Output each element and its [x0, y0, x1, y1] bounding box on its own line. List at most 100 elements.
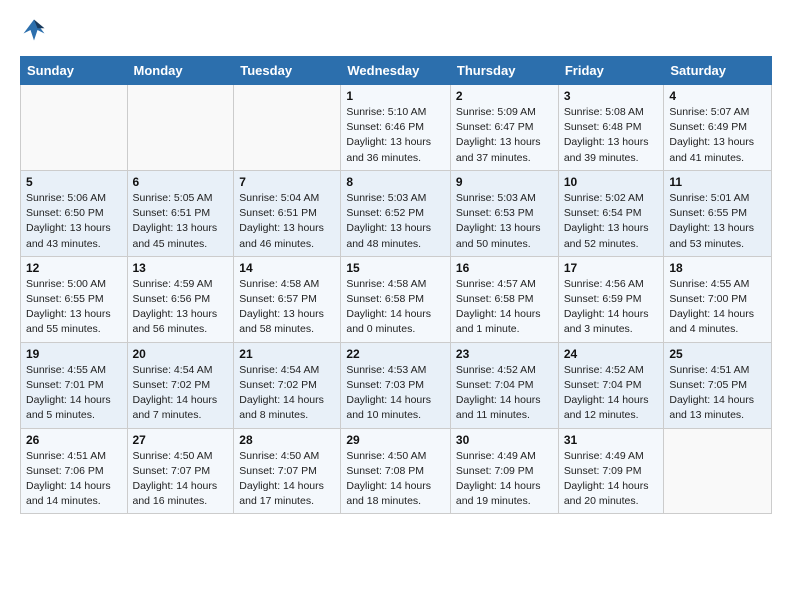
day-info: Sunrise: 4:50 AMSunset: 7:07 PMDaylight:…	[133, 449, 229, 510]
day-info: Sunrise: 4:54 AMSunset: 7:02 PMDaylight:…	[133, 363, 229, 424]
day-number: 31	[564, 433, 659, 447]
calendar-cell: 26 Sunrise: 4:51 AMSunset: 7:06 PMDayligh…	[21, 428, 128, 514]
day-number: 22	[346, 347, 445, 361]
calendar-cell: 19 Sunrise: 4:55 AMSunset: 7:01 PMDayligh…	[21, 342, 128, 428]
day-number: 18	[669, 261, 766, 275]
calendar-cell: 18 Sunrise: 4:55 AMSunset: 7:00 PMDayligh…	[664, 256, 772, 342]
day-number: 13	[133, 261, 229, 275]
day-info: Sunrise: 5:07 AMSunset: 6:49 PMDaylight:…	[669, 105, 766, 166]
calendar-cell: 3 Sunrise: 5:08 AMSunset: 6:48 PMDaylight…	[558, 85, 664, 171]
day-number: 19	[26, 347, 122, 361]
day-info: Sunrise: 4:58 AMSunset: 6:58 PMDaylight:…	[346, 277, 445, 338]
calendar-cell	[127, 85, 234, 171]
calendar-cell	[234, 85, 341, 171]
calendar-cell: 8Sunrise: 5:03 AMSunset: 6:52 PMDaylight…	[341, 170, 451, 256]
day-info: Sunrise: 4:52 AMSunset: 7:04 PMDaylight:…	[456, 363, 553, 424]
calendar-cell: 22 Sunrise: 4:53 AMSunset: 7:03 PMDayligh…	[341, 342, 451, 428]
calendar-cell: 7 Sunrise: 5:04 AMSunset: 6:51 PMDaylight…	[234, 170, 341, 256]
day-info: Sunrise: 5:03 AMSunset: 6:53 PMDaylight:…	[456, 191, 553, 252]
day-info: Sunrise: 5:08 AMSunset: 6:48 PMDaylight:…	[564, 105, 659, 166]
calendar-cell: 17 Sunrise: 4:56 AMSunset: 6:59 PMDayligh…	[558, 256, 664, 342]
day-number: 21	[239, 347, 335, 361]
day-info: Sunrise: 4:50 AMSunset: 7:07 PMDaylight:…	[239, 449, 335, 510]
weekday-header: Saturday	[664, 57, 772, 85]
day-info: Sunrise: 4:52 AMSunset: 7:04 PMDaylight:…	[564, 363, 659, 424]
day-number: 1	[346, 89, 445, 103]
calendar-cell: 4 Sunrise: 5:07 AMSunset: 6:49 PMDaylight…	[664, 85, 772, 171]
logo-bird-icon	[20, 16, 48, 44]
calendar-cell: 11Sunrise: 5:01 AMSunset: 6:55 PMDayligh…	[664, 170, 772, 256]
day-number: 29	[346, 433, 445, 447]
calendar-cell: 10 Sunrise: 5:02 AMSunset: 6:54 PMDayligh…	[558, 170, 664, 256]
day-number: 16	[456, 261, 553, 275]
calendar-cell: 27 Sunrise: 4:50 AMSunset: 7:07 PMDayligh…	[127, 428, 234, 514]
day-info: Sunrise: 5:09 AMSunset: 6:47 PMDaylight:…	[456, 105, 553, 166]
calendar-cell: 20 Sunrise: 4:54 AMSunset: 7:02 PMDayligh…	[127, 342, 234, 428]
page: SundayMondayTuesdayWednesdayThursdayFrid…	[0, 0, 792, 530]
calendar-cell: 12Sunrise: 5:00 AMSunset: 6:55 PMDayligh…	[21, 256, 128, 342]
day-number: 23	[456, 347, 553, 361]
calendar-cell: 31 Sunrise: 4:49 AMSunset: 7:09 PMDayligh…	[558, 428, 664, 514]
day-number: 15	[346, 261, 445, 275]
day-info: Sunrise: 4:57 AMSunset: 6:58 PMDaylight:…	[456, 277, 553, 338]
calendar-cell: 23 Sunrise: 4:52 AMSunset: 7:04 PMDayligh…	[450, 342, 558, 428]
day-number: 3	[564, 89, 659, 103]
day-info: Sunrise: 4:49 AMSunset: 7:09 PMDaylight:…	[564, 449, 659, 510]
calendar-cell: 16 Sunrise: 4:57 AMSunset: 6:58 PMDayligh…	[450, 256, 558, 342]
weekday-header-row: SundayMondayTuesdayWednesdayThursdayFrid…	[21, 57, 772, 85]
weekday-header: Thursday	[450, 57, 558, 85]
day-number: 25	[669, 347, 766, 361]
day-info: Sunrise: 4:55 AMSunset: 7:01 PMDaylight:…	[26, 363, 122, 424]
calendar-cell: 24 Sunrise: 4:52 AMSunset: 7:04 PMDayligh…	[558, 342, 664, 428]
calendar-cell: 28Sunrise: 4:50 AMSunset: 7:07 PMDayligh…	[234, 428, 341, 514]
day-info: Sunrise: 4:51 AMSunset: 7:05 PMDaylight:…	[669, 363, 766, 424]
day-number: 6	[133, 175, 229, 189]
day-info: Sunrise: 4:51 AMSunset: 7:06 PMDaylight:…	[26, 449, 122, 510]
day-info: Sunrise: 5:03 AMSunset: 6:52 PMDaylight:…	[346, 191, 445, 252]
day-info: Sunrise: 5:05 AMSunset: 6:51 PMDaylight:…	[133, 191, 229, 252]
day-number: 4	[669, 89, 766, 103]
calendar-week-row: 19 Sunrise: 4:55 AMSunset: 7:01 PMDayligh…	[21, 342, 772, 428]
logo	[20, 16, 52, 44]
day-info: Sunrise: 4:59 AMSunset: 6:56 PMDaylight:…	[133, 277, 229, 338]
calendar-cell: 15 Sunrise: 4:58 AMSunset: 6:58 PMDayligh…	[341, 256, 451, 342]
day-number: 26	[26, 433, 122, 447]
weekday-header: Wednesday	[341, 57, 451, 85]
day-number: 10	[564, 175, 659, 189]
day-number: 17	[564, 261, 659, 275]
weekday-header: Sunday	[21, 57, 128, 85]
calendar-cell: 25 Sunrise: 4:51 AMSunset: 7:05 PMDayligh…	[664, 342, 772, 428]
day-info: Sunrise: 5:06 AMSunset: 6:50 PMDaylight:…	[26, 191, 122, 252]
day-info: Sunrise: 5:10 AMSunset: 6:46 PMDaylight:…	[346, 105, 445, 166]
calendar-cell: 5 Sunrise: 5:06 AMSunset: 6:50 PMDaylight…	[21, 170, 128, 256]
weekday-header: Tuesday	[234, 57, 341, 85]
day-number: 27	[133, 433, 229, 447]
day-number: 2	[456, 89, 553, 103]
day-number: 5	[26, 175, 122, 189]
calendar-cell: 14Sunrise: 4:58 AMSunset: 6:57 PMDayligh…	[234, 256, 341, 342]
day-number: 20	[133, 347, 229, 361]
calendar-cell: 6 Sunrise: 5:05 AMSunset: 6:51 PMDaylight…	[127, 170, 234, 256]
day-number: 14	[239, 261, 335, 275]
day-number: 24	[564, 347, 659, 361]
day-info: Sunrise: 4:49 AMSunset: 7:09 PMDaylight:…	[456, 449, 553, 510]
calendar-week-row: 5 Sunrise: 5:06 AMSunset: 6:50 PMDaylight…	[21, 170, 772, 256]
day-info: Sunrise: 5:04 AMSunset: 6:51 PMDaylight:…	[239, 191, 335, 252]
calendar-cell: 13 Sunrise: 4:59 AMSunset: 6:56 PMDayligh…	[127, 256, 234, 342]
day-number: 7	[239, 175, 335, 189]
header	[20, 16, 772, 44]
day-number: 9	[456, 175, 553, 189]
calendar-week-row: 26 Sunrise: 4:51 AMSunset: 7:06 PMDayligh…	[21, 428, 772, 514]
day-info: Sunrise: 4:55 AMSunset: 7:00 PMDaylight:…	[669, 277, 766, 338]
day-info: Sunrise: 4:56 AMSunset: 6:59 PMDaylight:…	[564, 277, 659, 338]
calendar-cell	[664, 428, 772, 514]
day-info: Sunrise: 4:53 AMSunset: 7:03 PMDaylight:…	[346, 363, 445, 424]
calendar-cell: 9 Sunrise: 5:03 AMSunset: 6:53 PMDaylight…	[450, 170, 558, 256]
calendar-week-row: 12Sunrise: 5:00 AMSunset: 6:55 PMDayligh…	[21, 256, 772, 342]
day-info: Sunrise: 5:02 AMSunset: 6:54 PMDaylight:…	[564, 191, 659, 252]
day-info: Sunrise: 4:50 AMSunset: 7:08 PMDaylight:…	[346, 449, 445, 510]
day-number: 11	[669, 175, 766, 189]
day-number: 30	[456, 433, 553, 447]
calendar-cell: 1 Sunrise: 5:10 AMSunset: 6:46 PMDaylight…	[341, 85, 451, 171]
weekday-header: Friday	[558, 57, 664, 85]
